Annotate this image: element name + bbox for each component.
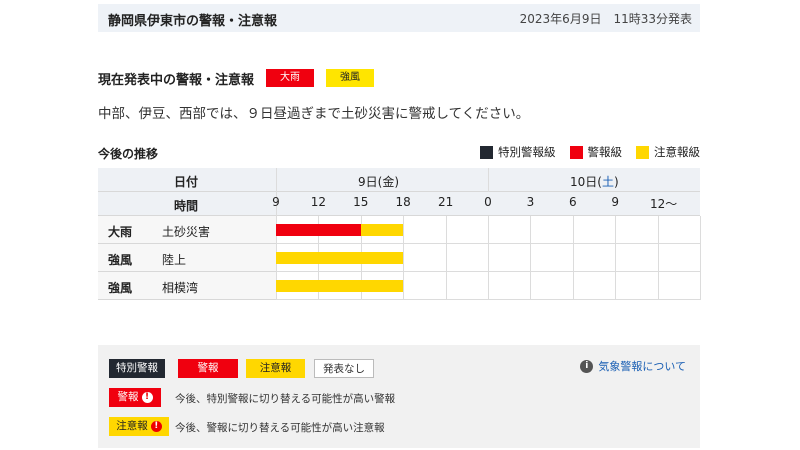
row-line: [276, 299, 700, 300]
time-label: 時間: [174, 199, 199, 213]
grid-line: [530, 216, 532, 300]
exclamation-icon: !: [141, 391, 153, 403]
grid-line: [657, 216, 659, 300]
legend-advisory: 注意報級: [636, 144, 700, 160]
time-tick: 9: [611, 195, 619, 209]
date-divider: [488, 168, 489, 192]
date-group-10: 10日(土): [570, 175, 619, 189]
time-tick: 6: [568, 195, 577, 209]
trend-table: 日付 時間 9日(金) 10日(土) 大雨 土砂災害 強風 陸上 強風 相模湾 …: [98, 168, 701, 300]
forecast-bar-advisory: [276, 252, 404, 264]
badge-strong-wind: 強風: [326, 69, 375, 87]
trend-legend: 特別警報級 警報級 注意報級: [466, 144, 700, 160]
legend-badge-advisory: 注意報: [246, 359, 305, 378]
row-label-2: 強風 相模湾: [98, 272, 276, 300]
page-title: 静岡県伊東市の警報・注意報: [108, 14, 278, 29]
grid-line: [445, 216, 447, 300]
row-label-1: 強風 陸上: [98, 244, 276, 272]
row-line: [276, 243, 700, 244]
time-tick: 3: [526, 195, 535, 209]
note-badge-warning: 警報!: [109, 388, 161, 407]
legend-warning: 警報級: [569, 144, 622, 160]
legend-special: 特別警報級: [480, 144, 556, 160]
legend-box: 特別警報 警報 注意報 発表なし i 気象警報について 警報! 今後、特別警報に…: [98, 345, 700, 448]
legend-badge-warning: 警報: [178, 359, 238, 378]
grid-line: [615, 216, 617, 300]
grid-line: [700, 216, 701, 300]
forecast-bar-advisory: [276, 280, 404, 292]
grid-line: [572, 216, 574, 300]
weather-warning-info-link[interactable]: i 気象警報について: [580, 358, 686, 374]
row-label-0: 大雨 土砂災害: [98, 216, 276, 244]
grid-line: [403, 216, 405, 300]
time-tick: 12: [310, 195, 327, 209]
row-line: [276, 271, 700, 272]
time-tick: 15: [353, 195, 369, 209]
page-header: 静岡県伊東市の警報・注意報 2023年6月9日 11時33分発表: [98, 4, 700, 32]
date-group-9: 9日(金): [358, 175, 399, 189]
note-badge-advisory: 注意報!: [109, 417, 169, 436]
note-text-advisory: 今後、警報に切り替える可能性が高い注意報: [175, 422, 385, 434]
legend-badge-special: 特別警報: [109, 359, 165, 378]
warning-swatch: [569, 145, 583, 159]
time-tick: 18: [395, 195, 411, 209]
badge-heavy-rain: 大雨: [266, 69, 315, 87]
forecast-bar-advisory: [360, 224, 404, 236]
time-tick: 9: [272, 195, 280, 209]
note-text-warning: 今後、特別警報に切り替える可能性が高い警報: [175, 393, 396, 405]
time-tick: 12〜: [649, 197, 678, 211]
trend-title: 今後の推移: [98, 147, 159, 161]
exclamation-icon: !: [150, 420, 162, 432]
current-warnings: 現在発表中の警報・注意報 大雨 強風: [98, 68, 386, 88]
current-label: 現在発表中の警報・注意報: [98, 72, 255, 88]
warning-message: 中部、伊豆、西部では、９日昼過ぎまで土砂災害に警戒してください。: [98, 106, 530, 122]
time-tick: 0: [484, 195, 492, 209]
time-tick: 21: [437, 195, 454, 209]
grid-line: [488, 216, 489, 300]
issued-time: 2023年6月9日 11時33分発表: [519, 12, 692, 26]
forecast-bar-warning: [276, 224, 361, 236]
date-label: 日付: [174, 175, 199, 189]
special-swatch: [480, 145, 493, 159]
advisory-swatch: [636, 145, 649, 159]
legend-badge-none: 発表なし: [314, 359, 374, 378]
info-icon: i: [580, 359, 594, 373]
